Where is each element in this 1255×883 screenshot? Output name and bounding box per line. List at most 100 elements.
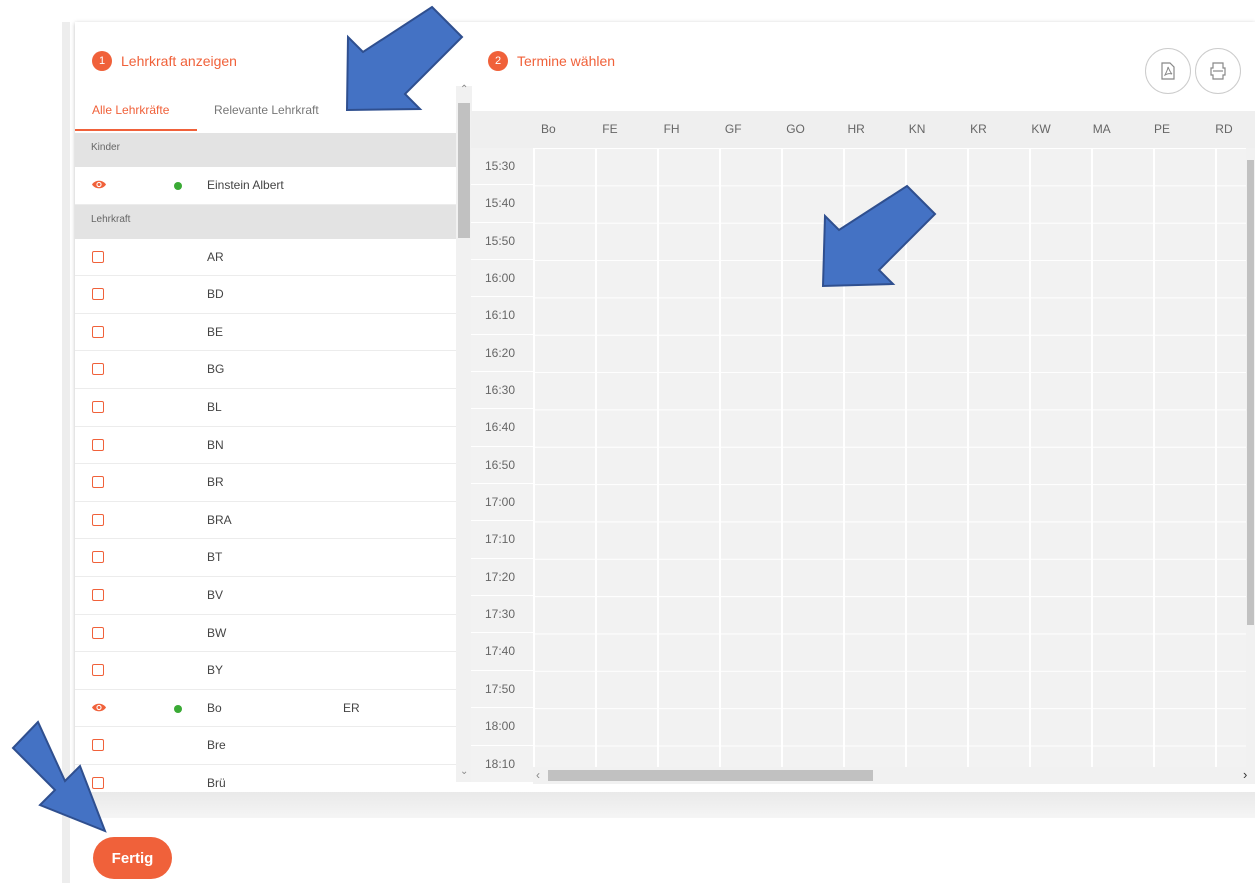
grid-horizontal-scrollbar-thumb[interactable]	[548, 770, 873, 781]
column-header: GO	[786, 122, 805, 136]
teacher-list: Kinder Einstein Albert Lehrkraft AR BD BE B…	[75, 133, 456, 792]
scroll-up-icon[interactable]: ⌃	[460, 84, 468, 95]
time-slot-label: 16:00	[471, 260, 533, 298]
time-slot-label: 15:30	[471, 148, 533, 186]
done-button[interactable]: Fertig	[93, 837, 172, 879]
teacher-name: BV	[207, 587, 224, 602]
teacher-name: Brü	[207, 775, 226, 790]
step-2-label: Termine wählen	[517, 53, 616, 69]
tab-all-teachers[interactable]: Alle Lehrkräfte	[75, 100, 197, 131]
teacher-checkbox[interactable]	[92, 739, 104, 752]
status-dot	[174, 182, 182, 190]
teacher-name: BL	[207, 399, 222, 414]
step-1-label: Lehrkraft anzeigen	[121, 53, 237, 69]
print-button[interactable]	[1195, 48, 1241, 94]
scroll-left-icon[interactable]: ‹	[536, 768, 540, 782]
teacher-name: BRA	[207, 512, 232, 527]
list-item[interactable]: AR	[75, 239, 456, 277]
teacher-subject: ER	[343, 700, 360, 715]
teacher-name: BD	[207, 287, 224, 302]
teacher-checkbox[interactable]	[92, 250, 104, 263]
list-item[interactable]: Bo ER	[75, 690, 456, 728]
list-scrollbar[interactable]: ⌃ ⌄	[456, 84, 472, 782]
teacher-name: Bre	[207, 738, 226, 753]
teacher-checkbox[interactable]	[92, 325, 104, 338]
list-item[interactable]: BR	[75, 464, 456, 502]
time-slot-label: 18:10	[471, 745, 533, 783]
step-1-number: 1	[92, 51, 112, 71]
teacher-checkbox[interactable]	[92, 363, 104, 376]
grid-vertical-scrollbar[interactable]	[1246, 148, 1255, 767]
list-item[interactable]: BRA	[75, 502, 456, 540]
teacher-filter-tabs: Alle Lehrkräfte Relevante Lehrkraft	[75, 100, 455, 133]
section-teachers: Lehrkraft	[75, 204, 456, 239]
tab-relevant-teacher[interactable]: Relevante Lehrkraft	[214, 100, 319, 131]
time-slot-label: 17:50	[471, 670, 533, 709]
scroll-down-icon[interactable]: ⌄	[460, 766, 468, 777]
teacher-name: BY	[207, 663, 224, 678]
time-slot-label: 18:00	[471, 708, 533, 746]
time-column: 15:30 15:40 15:50 16:00 16:10 16:20 16:30 16:40…	[471, 148, 533, 783]
list-item[interactable]: BT	[75, 539, 456, 577]
time-slot-label: 16:10	[471, 297, 533, 335]
time-slot-label: 15:40	[471, 185, 533, 223]
column-header: MA	[1092, 122, 1111, 136]
teacher-name: BN	[207, 437, 224, 452]
list-item[interactable]: BL	[75, 389, 456, 427]
list-item[interactable]: Bre	[75, 727, 456, 765]
teacher-checkbox[interactable]	[92, 551, 104, 564]
list-item[interactable]: BV	[75, 577, 456, 615]
column-header: FH	[663, 122, 680, 136]
time-slot-label: 17:20	[471, 558, 533, 597]
list-item[interactable]: BG	[75, 351, 456, 389]
list-item[interactable]: Brü	[75, 765, 456, 792]
time-slot-label: 16:50	[471, 446, 533, 485]
scroll-right-icon[interactable]: ›	[1243, 767, 1247, 782]
time-slot-label: 16:30	[471, 372, 533, 410]
list-scrollbar-thumb[interactable]	[458, 103, 470, 238]
appointment-panel: 1 Lehrkraft anzeigen 2 Termine wählen Al…	[75, 22, 1255, 792]
teacher-checkbox[interactable]	[92, 513, 104, 526]
step-2-header: 2 Termine wählen	[488, 51, 615, 71]
pdf-export-button[interactable]	[1145, 48, 1191, 94]
column-header: GF	[724, 122, 742, 136]
list-item[interactable]: BE	[75, 314, 456, 352]
teacher-checkbox[interactable]	[92, 588, 104, 601]
column-header: FE	[602, 122, 618, 136]
teacher-checkbox[interactable]	[92, 400, 104, 413]
pdf-icon	[1161, 62, 1175, 80]
grid-vertical-scrollbar-thumb[interactable]	[1247, 160, 1254, 625]
teacher-checkbox[interactable]	[92, 664, 104, 677]
teacher-checkbox[interactable]	[92, 288, 104, 301]
eye-icon[interactable]	[91, 179, 107, 190]
teacher-checkbox[interactable]	[92, 776, 104, 789]
list-item[interactable]: BY	[75, 652, 456, 690]
time-slot-label: 17:10	[471, 521, 533, 559]
step-2-number: 2	[488, 51, 508, 71]
teacher-checkbox[interactable]	[92, 476, 104, 489]
teacher-checkbox[interactable]	[92, 438, 104, 451]
teacher-name: BT	[207, 550, 223, 565]
eye-icon[interactable]	[91, 702, 107, 713]
list-item[interactable]: BD	[75, 276, 456, 314]
column-header: RD	[1215, 122, 1233, 136]
teacher-checkbox[interactable]	[92, 626, 104, 639]
schedule-grid[interactable]	[533, 148, 1255, 769]
teacher-name: BG	[207, 362, 225, 377]
teacher-name: BR	[207, 475, 224, 490]
child-row[interactable]: Einstein Albert	[75, 167, 456, 205]
grid-horizontal-scrollbar[interactable]: ‹ ›	[533, 767, 1255, 784]
teacher-name: BW	[207, 625, 227, 640]
time-slot-label: 15:50	[471, 222, 533, 261]
list-item[interactable]: BN	[75, 427, 456, 465]
panel-footer-shadow	[75, 792, 1255, 818]
column-header: KW	[1031, 122, 1051, 136]
list-item[interactable]: BW	[75, 615, 456, 653]
status-dot	[174, 704, 182, 713]
teacher-name: BE	[207, 324, 224, 339]
time-slot-label: 16:40	[471, 409, 533, 447]
teacher-name: Bo	[207, 700, 222, 715]
column-header: HR	[847, 122, 865, 136]
teacher-name: AR	[207, 249, 224, 264]
column-header: KR	[970, 122, 987, 136]
